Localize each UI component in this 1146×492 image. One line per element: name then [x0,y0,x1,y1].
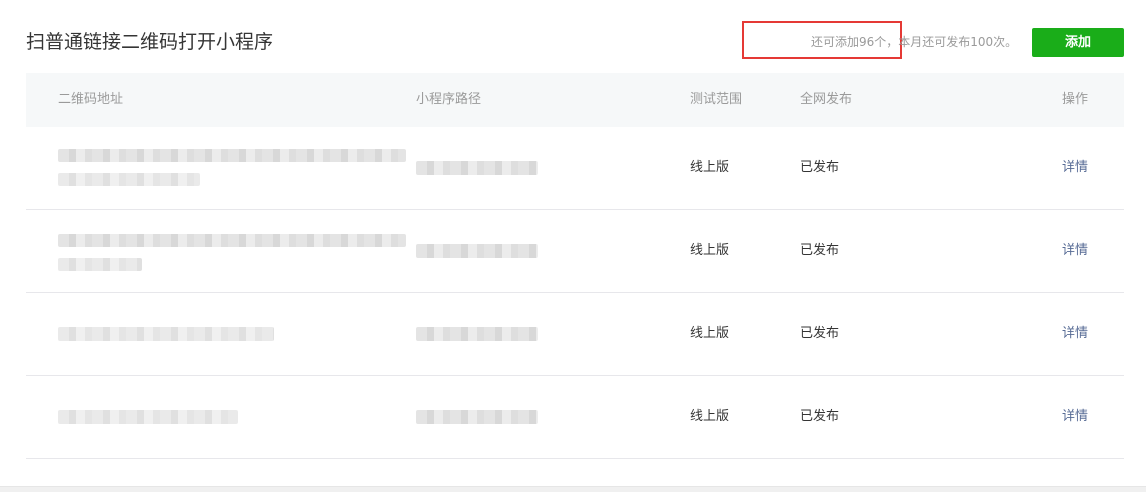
qr-rules-panel: 扫普通链接二维码打开小程序 还可添加96个，本月还可发布100次。 添加 二维码… [0,0,1146,487]
table-row: 线上版 已发布 详情 [26,210,1124,293]
column-header-publish: 全网发布 [800,92,853,107]
redacted-path [416,161,538,175]
redacted-qr-url [58,258,142,271]
publish-status: 已发布 [800,409,840,424]
test-scope: 线上版 [690,326,730,341]
column-header-test-scope: 测试范围 [690,92,743,107]
redacted-qr-url [58,234,406,247]
qr-rules-table: 二维码地址 小程序路径 测试范围 全网发布 操作 线上版 已发布 详情 线上版 … [26,73,1124,459]
detail-link[interactable]: 详情 [1062,293,1088,375]
column-header-qr-url: 二维码地址 [58,92,124,107]
column-header-action: 操作 [1062,92,1089,107]
table-header: 二维码地址 小程序路径 测试范围 全网发布 操作 [26,73,1124,127]
redacted-qr-url [58,410,238,424]
table-row: 线上版 已发布 详情 [26,127,1124,210]
redacted-path [416,327,538,341]
test-scope: 线上版 [690,409,730,424]
detail-link[interactable]: 详情 [1062,127,1088,209]
redacted-qr-url [58,173,200,186]
detail-link[interactable]: 详情 [1062,376,1088,458]
redacted-path [416,410,538,424]
add-button[interactable]: 添加 [1032,28,1124,57]
table-row: 线上版 已发布 详情 [26,293,1124,376]
test-scope: 线上版 [690,160,730,175]
redacted-path [416,244,538,258]
redacted-qr-url [58,149,406,162]
column-header-path: 小程序路径 [416,92,482,107]
test-scope: 线上版 [690,243,730,258]
publish-status: 已发布 [800,160,840,175]
publish-status: 已发布 [800,326,840,341]
publish-status: 已发布 [800,243,840,258]
table-row: 线上版 已发布 详情 [26,376,1124,459]
page-title: 扫普通链接二维码打开小程序 [26,31,274,53]
redacted-qr-url [58,327,274,341]
detail-link[interactable]: 详情 [1062,210,1088,292]
quota-text: 还可添加96个，本月还可发布100次。 [811,35,1018,49]
